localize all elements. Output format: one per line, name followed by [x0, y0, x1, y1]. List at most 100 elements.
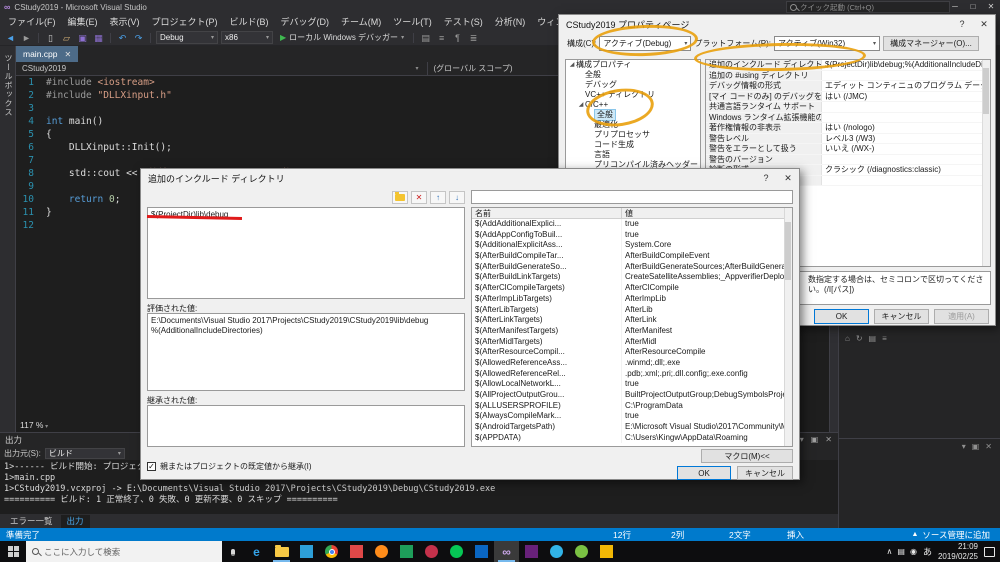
close-button[interactable]: ✕ — [982, 0, 1000, 13]
macro-row[interactable]: $(AndroidTargetsPath) E:\Microsoft Visual… — [472, 422, 792, 433]
taskbar-app-icon[interactable] — [569, 541, 594, 562]
solution-platform-dropdown[interactable]: x86 — [221, 31, 273, 44]
menu-item[interactable]: テスト(S) — [438, 14, 489, 30]
save-all-icon[interactable]: ▦ — [92, 31, 105, 45]
macro-row[interactable]: $(AllowLocalNetworkL... true — [472, 379, 792, 390]
microphone-button[interactable] — [222, 543, 244, 561]
dock-window-button[interactable]: ▾ — [962, 442, 966, 451]
grid-scrollbar[interactable] — [982, 60, 990, 266]
bottom-tab[interactable]: エラー一覧 — [4, 515, 59, 528]
output-window-button[interactable]: ▾ — [800, 433, 804, 446]
taskbar-app-icon[interactable] — [344, 541, 369, 562]
help-button[interactable]: ? — [755, 169, 777, 187]
property-tree-item[interactable]: 全般 — [566, 109, 700, 121]
help-button[interactable]: ? — [951, 15, 973, 33]
macro-row[interactable]: $(AddAppConfigToBuil... true — [472, 229, 792, 241]
new-file-icon[interactable]: ▯ — [44, 31, 57, 45]
macro-row[interactable]: $(AfterResourceCompil... AfterResourceCom… — [472, 347, 792, 358]
directory-entry[interactable]: $(ProjectDir)lib\debug — [151, 210, 461, 220]
property-tree-item[interactable]: 言語 — [566, 150, 700, 160]
statusbar-cell[interactable]: 2列 — [661, 529, 719, 541]
edge-icon[interactable]: e — [244, 541, 269, 562]
property-grid-row[interactable]: 追加の #using ディレクトリ — [706, 70, 990, 81]
menu-item[interactable]: 表示(V) — [104, 14, 146, 30]
property-tree-item[interactable]: ◢ C/C++ — [566, 100, 700, 110]
property-tree-item[interactable]: VC++ ディレクトリ — [566, 90, 700, 100]
explorer-icon[interactable] — [269, 541, 294, 562]
output-window-button[interactable]: ✕ — [825, 433, 832, 446]
tab-main-cpp[interactable]: main.cpp ✕ — [16, 46, 79, 62]
visual-studio-icon[interactable]: ∞ — [494, 541, 519, 562]
platform-dropdown[interactable]: アクティブ(Win32) — [773, 36, 880, 51]
taskbar-app-icon[interactable] — [294, 541, 319, 562]
property-tree-item[interactable]: 最適化 — [566, 120, 700, 130]
property-grid-row[interactable]: デバッグ情報の形式エディット コンティニュのプログラム データベース (/ZI) — [706, 81, 990, 92]
tray-icon[interactable]: ▤ — [897, 547, 905, 556]
menu-item[interactable]: プロジェクト(P) — [146, 14, 224, 30]
dialog-titlebar[interactable]: CStudy2019 プロパティページ — [559, 15, 995, 33]
macro-row[interactable]: $(AddAdditionalExplici... true — [472, 219, 792, 230]
taskbar-app-icon[interactable] — [369, 541, 394, 562]
taskbar-app-icon[interactable] — [594, 541, 619, 562]
menu-item[interactable]: 分析(N) — [489, 14, 532, 30]
macro-row[interactable]: $(AdditionalExplicitAss... System.Core — [472, 240, 792, 252]
toolbar-icon[interactable]: ≣ — [467, 31, 480, 45]
ok-button[interactable]: OK — [677, 466, 731, 480]
new-line-icon[interactable] — [392, 190, 408, 204]
start-debugging-button[interactable]: ▶ ローカル Windows デバッガー — [276, 32, 408, 43]
macros-toggle-button[interactable]: マクロ(M)<< — [701, 449, 793, 463]
taskbar-app-icon[interactable] — [444, 541, 469, 562]
vs-titlebar[interactable]: ∞ CStudy2019 - Microsoft Visual Studio ク… — [0, 0, 1000, 14]
minimize-button[interactable]: ─ — [946, 0, 964, 13]
ok-button[interactable]: OK — [814, 309, 869, 324]
macro-row[interactable]: $(AllProjectOutputGrou... BuiltProjectOut… — [472, 390, 792, 401]
macro-row[interactable]: $(AllowedReferenceAss... .winmd;.dll;.exe — [472, 357, 792, 369]
property-grid-row[interactable]: 警告をエラーとして扱う いいえ (/WX-) — [706, 144, 990, 155]
macro-row[interactable]: $(APPDATA) C:\Users\Kingw\AppData\Roaming — [472, 432, 792, 444]
project-scope-dropdown[interactable]: CStudy2019 — [16, 62, 427, 75]
chrome-icon[interactable] — [319, 541, 344, 562]
undo-icon[interactable]: ↶ — [116, 31, 129, 45]
toolbar-icon[interactable]: ¶ — [451, 31, 464, 45]
menu-item[interactable]: 編集(E) — [62, 14, 104, 30]
taskbar-app-icon[interactable] — [544, 541, 569, 562]
property-grid-row[interactable]: 共通言語ランタイム サポート — [706, 102, 990, 113]
dock-icon[interactable]: ▤ — [869, 334, 877, 343]
menu-item[interactable]: ファイル(F) — [2, 14, 62, 30]
open-file-icon[interactable]: ▱ — [60, 31, 73, 45]
dock-icon[interactable]: ⌂ — [845, 334, 850, 343]
quick-launch-search[interactable]: クイック起動 (Ctrl+Q) — [786, 1, 950, 13]
property-tree-item[interactable]: ◢ 構成プロパティ — [566, 60, 700, 70]
nav-back-icon[interactable]: ◄ — [4, 31, 17, 45]
macro-row[interactable]: $(AfterBuildLinkTargets) CreateSatelliteA… — [472, 272, 792, 284]
bottom-tab[interactable]: 出力 — [60, 514, 90, 528]
action-center-icon[interactable] — [984, 546, 995, 557]
macro-list-header[interactable]: 名前 値 — [472, 208, 792, 219]
directories-edit-box[interactable]: $(ProjectDir)lib\debug — [147, 207, 465, 299]
menu-item[interactable]: チーム(M) — [335, 14, 387, 30]
toolbar-icon[interactable]: ▤ — [419, 31, 432, 45]
property-grid-row[interactable]: 著作権情報の非表示 はい (/nologo) — [706, 123, 990, 134]
close-tab-icon[interactable]: ✕ — [65, 50, 72, 59]
add-to-source-control[interactable]: ▲ ソース管理に追加 — [835, 529, 1000, 541]
macro-row[interactable]: $(AfterLinkTargets) AfterLink — [472, 315, 792, 326]
property-tree-item[interactable]: デバッグ — [566, 80, 700, 90]
evaluated-value-box[interactable]: E:\Documents\Visual Studio 2017\Projects… — [147, 313, 465, 391]
tray-icon[interactable]: ∧ — [887, 547, 893, 556]
macro-filter-input[interactable] — [471, 190, 793, 204]
dock-window-button[interactable]: ✕ — [985, 442, 992, 451]
dock-window-button[interactable]: ▣ — [972, 442, 980, 451]
toolbar-icon[interactable]: ≡ — [435, 31, 448, 45]
macro-value-column-header[interactable]: 値 — [622, 208, 633, 218]
dock-icon[interactable]: ≡ — [882, 334, 887, 343]
macro-row[interactable]: $(ALLUSERSPROFILE) C:\ProgramData — [472, 400, 792, 412]
inherit-defaults-checkbox[interactable]: 親またはプロジェクトの既定値から継承(I) — [147, 461, 312, 472]
property-tree-item[interactable]: 全般 — [566, 70, 700, 80]
menu-item[interactable]: ツール(T) — [387, 14, 438, 30]
ime-mode-indicator[interactable]: あ — [923, 545, 932, 558]
statusbar-cell[interactable]: 挿入 — [777, 529, 835, 541]
macro-row[interactable]: $(AfterBuildGenerateSo... AfterBuildGener… — [472, 261, 792, 273]
macro-row[interactable]: $(AfterBuildCompileTar... AfterBuildCompi… — [472, 251, 792, 262]
macro-row[interactable]: $(AfterImpLibTargets) AfterImpLib — [472, 293, 792, 305]
menu-item[interactable]: ビルド(B) — [224, 14, 275, 30]
